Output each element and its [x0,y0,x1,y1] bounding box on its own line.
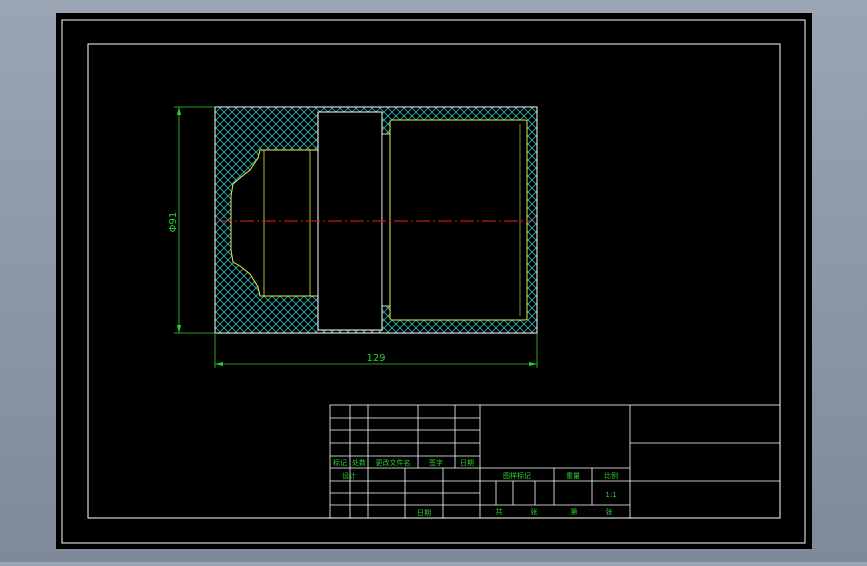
length-label: 129 [366,353,385,364]
diameter-label: Φ91 [168,212,179,233]
scale-value: 1:1 [605,491,616,499]
sheet-unit-label-2: 张 [606,507,613,516]
part-section-view[interactable] [214,106,538,334]
sheet-total-label: 共 [496,507,503,516]
header-count: 处数 [352,458,366,467]
weight-label: 重量 [566,472,580,480]
design-label: 设计 [342,471,356,480]
cad-viewport[interactable]: Φ91 129 标记 处数 更改文件名 签字 日期 设计 日期 图样标记 重量 … [0,0,867,562]
header-mark: 标记 [333,458,347,467]
sheet-number-label: 第 [571,507,578,516]
drawing-mark-label: 图样标记 [503,471,531,480]
sheet-unit-label-1: 张 [531,507,538,516]
right-bore [389,119,528,321]
scale-label: 比例 [604,471,618,480]
header-date: 日期 [460,459,474,467]
header-change-file: 更改文件名 [376,458,411,467]
drawing-canvas[interactable]: Φ91 129 标记 处数 更改文件名 签字 日期 设计 日期 图样标记 重量 … [0,0,867,562]
middle-step [381,133,391,307]
date-label: 日期 [417,509,431,517]
header-signature: 签字 [429,458,443,467]
